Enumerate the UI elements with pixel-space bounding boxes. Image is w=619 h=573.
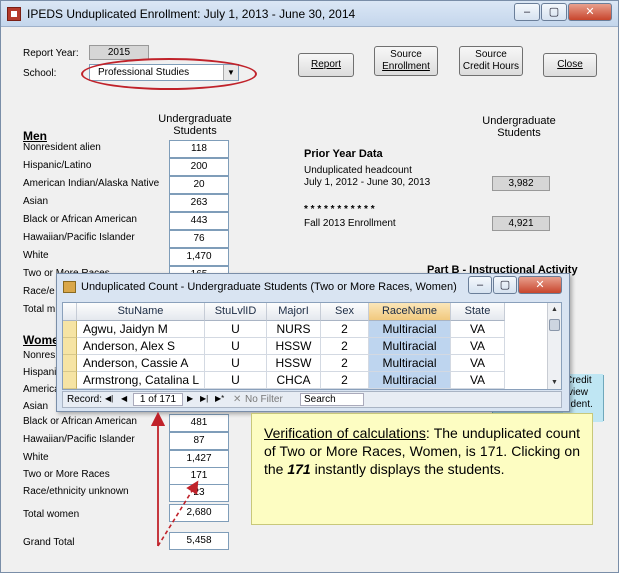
arrow-to-171 <box>157 480 199 547</box>
main-window: IPEDS Unduplicated Enrollment: July 1, 2… <box>0 0 619 573</box>
verification-callout: Verification of calculations: The undupl… <box>251 413 593 525</box>
callout-emphasis: 171 <box>287 461 311 477</box>
callout-text: instantly displays the students. <box>310 461 505 477</box>
callout-lead: Verification of calculations <box>264 425 426 441</box>
